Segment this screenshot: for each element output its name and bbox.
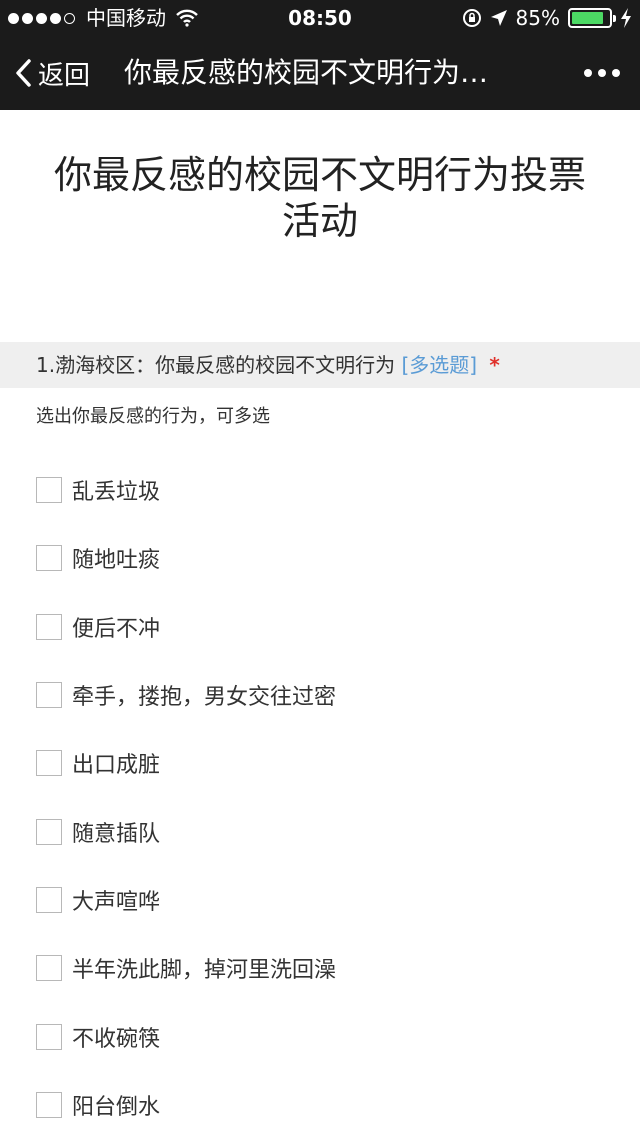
nav-bar: 返回 你最反感的校园不文明行为… xyxy=(0,36,640,110)
checkbox[interactable] xyxy=(36,750,62,777)
checkbox[interactable] xyxy=(36,477,62,504)
checkbox[interactable] xyxy=(36,1091,62,1118)
charging-bolt-icon xyxy=(621,8,631,28)
checkbox[interactable] xyxy=(36,545,62,572)
battery-level xyxy=(572,12,603,24)
survey-page: 你最反感的校园不文明行为投票活动 1.渤海校区：你最反感的校园不文明行为 [多选… xyxy=(0,110,640,1139)
option-label: 牵手，搂抱，男女交往过密 xyxy=(72,685,337,711)
back-button[interactable]: 返回 xyxy=(14,36,90,110)
more-button[interactable] xyxy=(578,36,620,110)
option-label: 大声喧哗 xyxy=(72,889,161,915)
checkbox[interactable] xyxy=(36,955,62,982)
required-mark: * xyxy=(489,353,500,377)
option-item[interactable]: 随地吐痰 xyxy=(36,524,336,592)
question-type-label: [多选题] xyxy=(401,353,478,377)
option-label: 出口成脏 xyxy=(72,753,161,779)
checkbox[interactable] xyxy=(36,886,62,913)
chevron-left-icon xyxy=(16,59,31,87)
question-text: 1.渤海校区：你最反感的校园不文明行为 xyxy=(36,353,396,377)
battery-percent: 85% xyxy=(515,6,560,30)
checkbox[interactable] xyxy=(36,818,62,845)
option-item[interactable]: 出口成脏 xyxy=(36,729,336,797)
checkbox[interactable] xyxy=(36,613,62,640)
checkbox[interactable] xyxy=(36,1023,62,1050)
option-item[interactable]: 不收碗筷 xyxy=(36,1002,336,1070)
status-right: 85% xyxy=(454,0,632,36)
option-label: 便后不冲 xyxy=(72,616,161,642)
question-header: 1.渤海校区：你最反感的校园不文明行为 [多选题] * xyxy=(0,342,640,388)
more-icon xyxy=(584,69,592,77)
option-label: 阳台倒水 xyxy=(72,1094,161,1120)
option-label: 乱丢垃圾 xyxy=(72,480,161,506)
page-title: 你最反感的校园不文明行为… xyxy=(124,56,489,89)
option-item[interactable]: 随意插队 xyxy=(36,797,336,865)
location-arrow-icon xyxy=(490,10,507,26)
option-item[interactable]: 阳台倒水 xyxy=(36,1071,336,1139)
option-item[interactable]: 乱丢垃圾 xyxy=(36,456,336,524)
back-label: 返回 xyxy=(38,60,91,91)
status-bar: 中国移动 08:50 85% xyxy=(0,0,640,36)
survey-title: 你最反感的校园不文明行为投票活动 xyxy=(53,153,586,243)
question-hint: 选出你最反感的行为，可多选 xyxy=(36,406,270,427)
option-list: 乱丢垃圾 随地吐痰 便后不冲 牵手，搂抱，男女交往过密 出口成脏 随意插队 大声… xyxy=(36,456,336,1139)
option-label: 半年洗此脚，掉河里洗回澡 xyxy=(72,958,337,984)
option-label: 不收碗筷 xyxy=(72,1026,161,1052)
checkbox[interactable] xyxy=(36,682,62,709)
option-item[interactable]: 便后不冲 xyxy=(36,593,336,661)
battery-icon xyxy=(568,8,616,28)
rotation-lock-icon xyxy=(462,9,481,27)
option-label: 随意插队 xyxy=(72,821,161,847)
option-label: 随地吐痰 xyxy=(72,548,161,574)
option-item[interactable]: 牵手，搂抱，男女交往过密 xyxy=(36,661,336,729)
option-item[interactable]: 半年洗此脚，掉河里洗回澡 xyxy=(36,934,336,1002)
option-item[interactable]: 大声喧哗 xyxy=(36,866,336,934)
